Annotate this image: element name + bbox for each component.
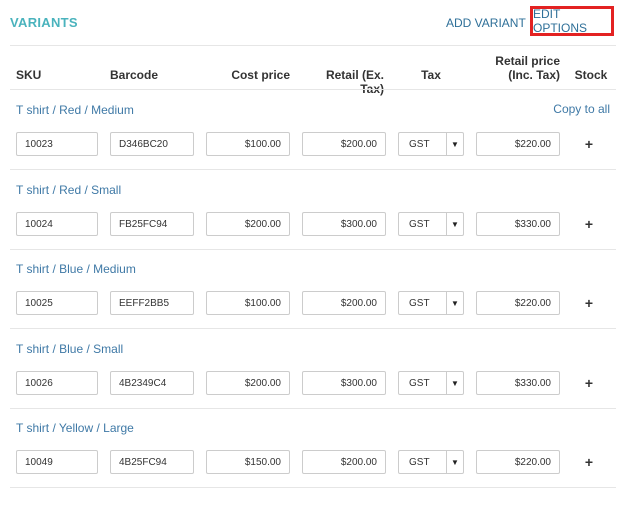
tax-select[interactable]: GST ▼ [398, 450, 464, 474]
row-divider [10, 249, 616, 250]
retail-inc-tax-input[interactable]: $330.00 [476, 212, 560, 236]
tax-select[interactable]: GST ▼ [398, 371, 464, 395]
sku-input[interactable]: 10049 [16, 450, 98, 474]
edit-options-link[interactable]: EDIT OPTIONS [530, 6, 614, 36]
retail-ex-tax-input[interactable]: $200.00 [302, 291, 386, 315]
tax-select[interactable]: GST ▼ [398, 291, 464, 315]
tax-value: GST [409, 297, 430, 309]
cost-price-input[interactable]: $100.00 [206, 291, 290, 315]
tax-value: GST [409, 377, 430, 389]
dropdown-caret-icon[interactable]: ▼ [446, 213, 463, 235]
dropdown-caret-icon[interactable]: ▼ [446, 292, 463, 314]
dropdown-caret-icon[interactable]: ▼ [446, 451, 463, 473]
barcode-input[interactable]: D346BC20 [110, 132, 194, 156]
retail-inc-line2: (Inc. Tax) [508, 68, 560, 82]
retail-ex-tax-input[interactable]: $300.00 [302, 212, 386, 236]
retail-inc-tax-input[interactable]: $220.00 [476, 132, 560, 156]
sku-input[interactable]: 10024 [16, 212, 98, 236]
tax-value: GST [409, 138, 430, 150]
tax-value: GST [409, 456, 430, 468]
sku-input[interactable]: 10025 [16, 291, 98, 315]
column-header-stock: Stock [574, 68, 608, 82]
row-divider [10, 487, 616, 488]
copy-to-all-link[interactable]: Copy to all [540, 102, 610, 116]
column-header-cost-price: Cost price [231, 68, 290, 82]
variant-title: T shirt / Yellow / Large [16, 421, 134, 435]
retail-inc-tax-input[interactable]: $220.00 [476, 291, 560, 315]
column-header-retail-inc-tax: Retail price (Inc. Tax) [470, 54, 560, 82]
row-divider [10, 169, 616, 170]
add-variant-link[interactable]: ADD VARIANT [446, 16, 526, 30]
plus-icon[interactable]: + [582, 295, 596, 311]
retail-inc-tax-input[interactable]: $330.00 [476, 371, 560, 395]
tax-select[interactable]: GST ▼ [398, 212, 464, 236]
plus-icon[interactable]: + [582, 454, 596, 470]
variant-title: T shirt / Red / Small [16, 183, 122, 197]
cost-price-input[interactable]: $150.00 [206, 450, 290, 474]
cost-price-input[interactable]: $100.00 [206, 132, 290, 156]
variant-title: T shirt / Red / Medium [16, 103, 134, 117]
barcode-input[interactable]: FB25FC94 [110, 212, 194, 236]
section-title: VARIANTS [10, 15, 78, 30]
row-divider [10, 408, 616, 409]
variants-header: VARIANTS ADD VARIANT EDIT OPTIONS [0, 0, 624, 46]
tax-select[interactable]: GST ▼ [398, 132, 464, 156]
barcode-input[interactable]: 4B2349C4 [110, 371, 194, 395]
plus-icon[interactable]: + [582, 375, 596, 391]
column-header-tax: Tax [421, 68, 441, 82]
retail-ex-tax-input[interactable]: $200.00 [302, 132, 386, 156]
barcode-input[interactable]: 4B25FC94 [110, 450, 194, 474]
column-header-retail-ex-tax: Retail (Ex. Tax) [325, 68, 384, 96]
retail-ex-tax-input[interactable]: $300.00 [302, 371, 386, 395]
retail-inc-line1: Retail price [495, 54, 560, 68]
retail-inc-tax-input[interactable]: $220.00 [476, 450, 560, 474]
row-divider [10, 328, 616, 329]
edit-options-label: EDIT OPTIONS [533, 7, 588, 35]
dropdown-caret-icon[interactable]: ▼ [446, 133, 463, 155]
sku-input[interactable]: 10023 [16, 132, 98, 156]
tax-value: GST [409, 218, 430, 230]
columns-divider [10, 89, 616, 90]
column-header-barcode: Barcode [110, 68, 159, 82]
column-header-sku: SKU [16, 68, 42, 82]
cost-price-input[interactable]: $200.00 [206, 371, 290, 395]
barcode-input[interactable]: EEFF2BB5 [110, 291, 194, 315]
cost-price-input[interactable]: $200.00 [206, 212, 290, 236]
header-divider [10, 45, 616, 46]
dropdown-caret-icon[interactable]: ▼ [446, 372, 463, 394]
plus-icon[interactable]: + [582, 136, 596, 152]
variant-title: T shirt / Blue / Medium [16, 262, 136, 276]
plus-icon[interactable]: + [582, 216, 596, 232]
variant-title: T shirt / Blue / Small [16, 342, 124, 356]
sku-input[interactable]: 10026 [16, 371, 98, 395]
retail-ex-tax-input[interactable]: $200.00 [302, 450, 386, 474]
